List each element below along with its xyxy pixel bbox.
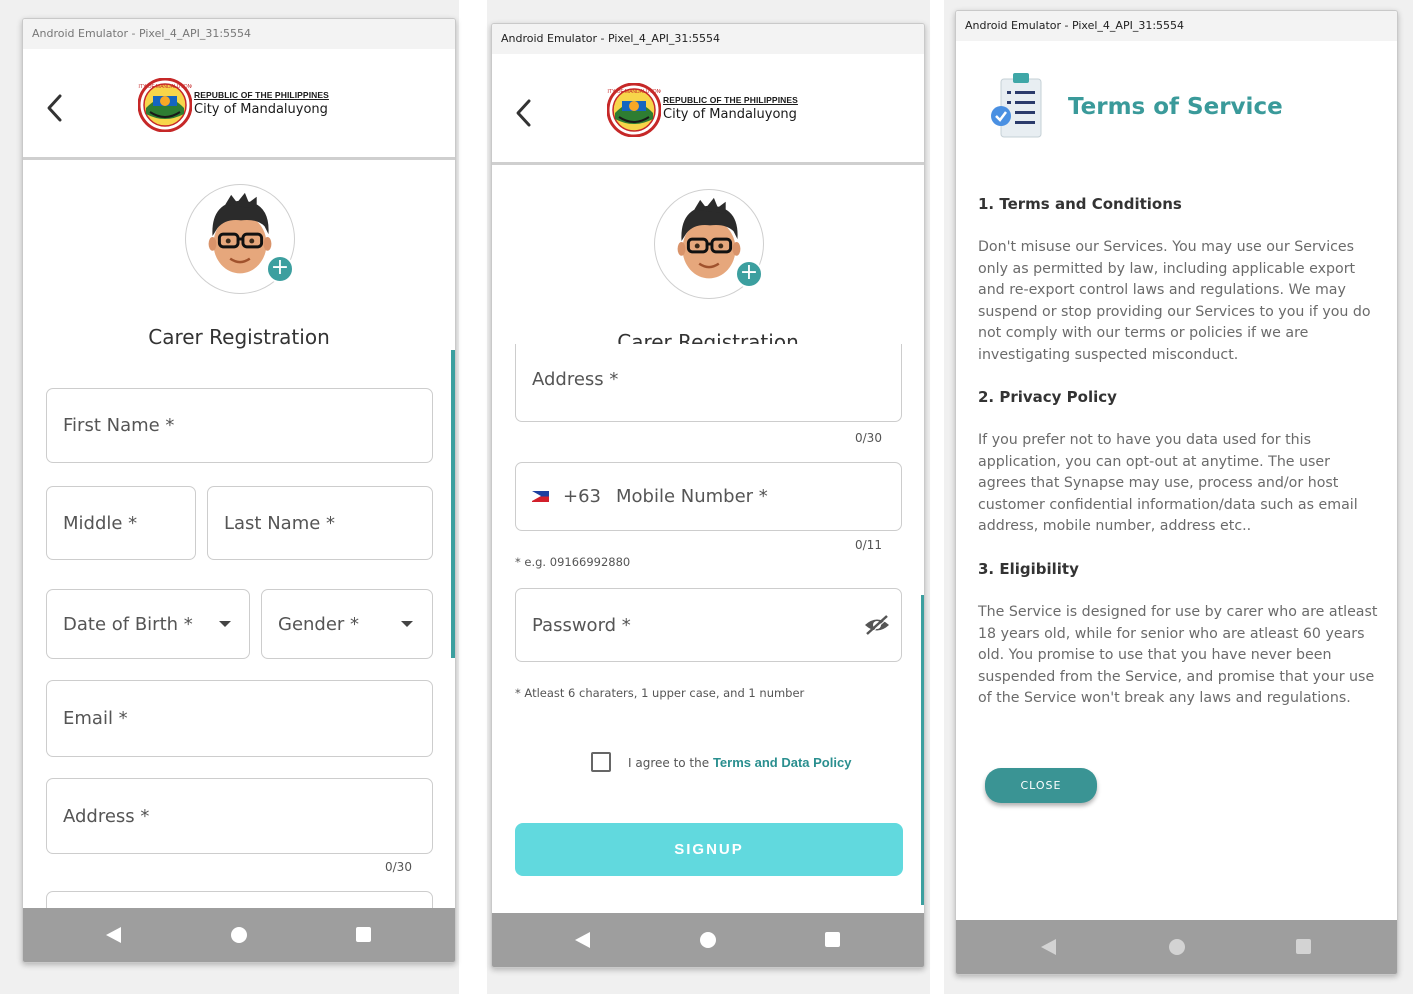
nav-recents-icon[interactable] [356, 927, 371, 942]
nav-home-icon[interactable] [231, 927, 247, 943]
section-body-terms: Don't misuse our Services. You may use o… [978, 239, 1371, 363]
section-heading-eligibility: 3. Eligibility [978, 560, 1079, 578]
date-of-birth-dropdown[interactable]: Date of Birth * [46, 589, 250, 659]
last-name-label: Last Name * [224, 512, 336, 534]
nav-back-icon[interactable] [106, 927, 121, 943]
mobile-number-label: Mobile Number * [616, 486, 768, 507]
section-body-privacy: If you prefer not to have you data used … [978, 432, 1358, 534]
philippines-flag-icon [532, 491, 549, 502]
password-field[interactable]: Password * [515, 588, 902, 662]
agree-text: I agree to the Terms and Data Policy [628, 755, 851, 770]
logo-city-text: City of Mandaluyong [194, 102, 328, 117]
app-bar: REPUBLIC OF THE PHILIPPINES City of Mand… [23, 49, 455, 160]
scrollbar[interactable] [921, 595, 924, 905]
nav-recents-icon[interactable] [825, 932, 840, 947]
email-label: Email * [63, 708, 128, 729]
window-gap [459, 0, 487, 994]
app-screen: REPUBLIC OF THE PHILIPPINES City of Mand… [492, 54, 924, 913]
terms-screen: Terms of Service 1. Terms and Conditions… [956, 41, 1397, 920]
city-seal-logo [138, 78, 192, 132]
logo-republic-text: REPUBLIC OF THE PHILIPPINES [194, 90, 329, 100]
app-bar: REPUBLIC OF THE PHILIPPINES City of Mand… [492, 54, 924, 165]
nav-home-icon[interactable] [1169, 939, 1185, 955]
mobile-char-counter: 0/11 [855, 538, 882, 552]
logo-republic-text: REPUBLIC OF THE PHILIPPINES [663, 95, 798, 105]
city-seal-logo [607, 83, 661, 137]
app-screen: REPUBLIC OF THE PHILIPPINES City of Mand… [23, 49, 455, 908]
logo-text: REPUBLIC OF THE PHILIPPINES City of Mand… [194, 90, 329, 117]
back-arrow-icon[interactable] [45, 93, 63, 123]
add-photo-plus-icon[interactable]: + [735, 260, 763, 288]
clipboard-check-icon [991, 73, 1042, 138]
logo-city-text: City of Mandaluyong [663, 107, 797, 122]
first-name-label: First Name * [63, 415, 175, 436]
address-label: Address * [532, 369, 619, 390]
emulator-title-bar: Android Emulator - Pixel_4_API_31:5554 [956, 11, 1397, 41]
emulator-title-bar: Android Emulator - Pixel_4_API_31:5554 [23, 19, 455, 49]
country-code: +63 [563, 486, 601, 507]
middle-name-field[interactable]: Middle * [46, 486, 196, 560]
logo-text: REPUBLIC OF THE PHILIPPINES City of Mand… [663, 95, 798, 122]
android-nav-bar [23, 908, 455, 962]
date-of-birth-label: Date of Birth * [63, 613, 193, 635]
mobile-number-field[interactable]: +63 Mobile Number * [515, 462, 902, 531]
emulator-window-terms: Android Emulator - Pixel_4_API_31:5554 T… [955, 10, 1398, 975]
nav-recents-icon[interactable] [1296, 939, 1311, 954]
chevron-down-icon [401, 621, 413, 627]
back-arrow-icon[interactable] [514, 98, 532, 128]
gender-dropdown[interactable]: Gender * [261, 589, 433, 659]
email-field[interactable]: Email * [46, 680, 433, 757]
emulator-window-registration-bottom: Android Emulator - Pixel_4_API_31:5554 R… [491, 23, 925, 968]
section-heading-terms: 1. Terms and Conditions [978, 195, 1182, 213]
android-nav-bar [492, 913, 924, 967]
window-gap [930, 0, 944, 994]
terms-link[interactable]: Terms and Data Policy [713, 755, 851, 770]
nav-back-icon[interactable] [575, 932, 590, 948]
chevron-down-icon [219, 621, 231, 627]
android-nav-bar [956, 920, 1397, 974]
password-hint: * Atleast 6 charaters, 1 upper case, and… [515, 686, 805, 700]
last-name-field[interactable]: Last Name * [207, 486, 433, 560]
nav-home-icon[interactable] [700, 932, 716, 948]
address-char-counter: 0/30 [385, 860, 412, 874]
address-field[interactable]: Address * [46, 778, 433, 854]
signup-button[interactable]: SIGNUP [515, 823, 903, 876]
emulator-title-bar: Android Emulator - Pixel_4_API_31:5554 [492, 24, 924, 54]
add-photo-plus-icon[interactable]: + [266, 255, 294, 283]
emulator-window-registration-top: Android Emulator - Pixel_4_API_31:5554 R… [22, 18, 456, 963]
mobile-hint: * e.g. 09166992880 [515, 555, 631, 569]
page-title: Carer Registration [148, 325, 330, 349]
agree-checkbox[interactable] [591, 752, 611, 772]
terms-title: Terms of Service [1068, 94, 1283, 120]
close-button[interactable]: CLOSE [985, 768, 1097, 803]
address-field[interactable]: Address * [515, 344, 902, 422]
first-name-field[interactable]: First Name * [46, 388, 433, 463]
middle-name-label: Middle * [63, 512, 138, 534]
next-field-partial[interactable] [46, 891, 433, 908]
gender-label: Gender * [278, 613, 360, 635]
address-label: Address * [63, 805, 150, 827]
nav-back-icon[interactable] [1041, 939, 1056, 955]
eye-off-icon[interactable] [864, 614, 890, 636]
agree-label: I agree to the [628, 756, 713, 770]
address-char-counter: 0/30 [855, 431, 882, 445]
password-label: Password * [532, 614, 631, 636]
section-body-eligibility: The Service is designed for use by carer… [978, 604, 1378, 706]
scrollbar[interactable] [451, 350, 455, 658]
section-heading-privacy: 2. Privacy Policy [978, 388, 1117, 406]
